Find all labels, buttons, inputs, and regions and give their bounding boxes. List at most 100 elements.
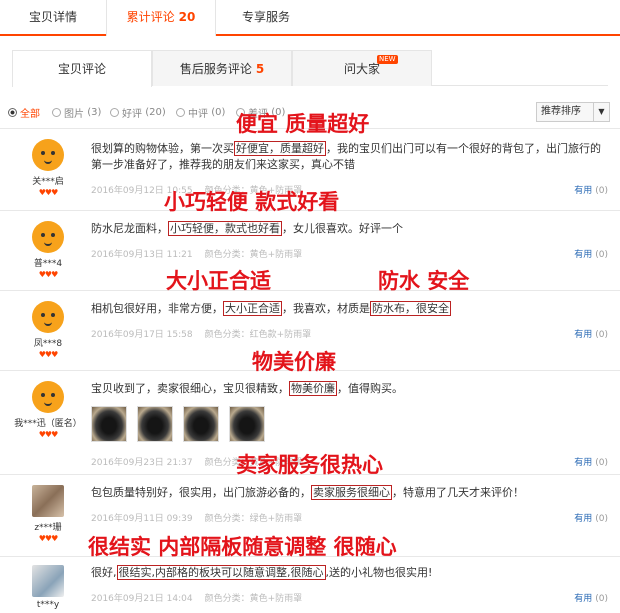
- tab-reviews-label: 累计评论: [126, 10, 175, 24]
- highlight-box: 很结实,内部格的板块可以随意调整,很随心: [116, 565, 326, 580]
- review-text: 防水尼龙面料， 小巧轻便，款式也好看 ，女儿很喜欢。好评一个: [91, 221, 611, 237]
- new-badge: NEW: [377, 55, 398, 64]
- reviewer-info: t***y: [20, 565, 76, 610]
- useful-count: (0): [595, 458, 608, 468]
- sub-tab-bar: 宝贝评论 售后服务评论 5 问大家 NEW: [12, 50, 608, 87]
- tab-reviews[interactable]: 累计评论 20: [106, 0, 216, 36]
- review-text-part: ，值得购买。: [337, 382, 403, 395]
- review-category: 颜色分类：绿色+防雨罩: [204, 514, 303, 524]
- review-text: 包包质量特别好，很实用，出门旅游必备的， 卖家服务很细心 ，特意用了几天才来评价！: [91, 485, 611, 501]
- highlight-box: 防水布，很安全: [370, 301, 451, 316]
- reputation-icon: ♥♥♥: [38, 188, 59, 197]
- filter-photos-count: (3): [87, 107, 102, 118]
- subtab-ask-everyone[interactable]: 问大家 NEW: [292, 50, 432, 86]
- avatar[interactable]: [32, 221, 64, 253]
- avatar[interactable]: [32, 301, 64, 333]
- highlight-box: 大小正合适: [223, 301, 282, 316]
- radio-icon: [8, 108, 17, 117]
- highlight-box: 好便宜，质量超好: [234, 141, 326, 156]
- review-text-part: 很划算的购物体验，第一次买: [91, 142, 234, 155]
- review-meta: 2016年09月13日 11:21 颜色分类：黄色+防雨罩: [91, 247, 302, 260]
- review-text-part: 相机包很好用，非常方便，: [91, 302, 223, 315]
- tab-exclusive-service[interactable]: 专享服务: [216, 0, 316, 34]
- reviewer-name: 凤***8: [33, 339, 63, 349]
- review-text-part: 很好,: [91, 566, 117, 579]
- chevron-down-icon: ▼: [593, 103, 609, 121]
- tab-item-details[interactable]: 宝贝详情: [0, 0, 106, 34]
- reputation-icon: ♥♥♥: [38, 430, 59, 439]
- useful-count: (0): [595, 330, 608, 340]
- useful-label: 有用: [574, 514, 593, 524]
- useful-label: 有用: [574, 330, 593, 340]
- review-text-part: ，我喜欢，材质是: [282, 302, 370, 315]
- reputation-icon: ♥♥♥: [38, 270, 59, 279]
- sort-dropdown[interactable]: 推荐排序 ▼: [536, 102, 610, 122]
- review-photo-thumbnail[interactable]: [137, 406, 173, 442]
- review-photos: [91, 406, 275, 442]
- useful-button[interactable]: 有用 (0): [574, 455, 608, 468]
- review-text-part: 宝贝收到了，卖家很细心，宝贝很精致，: [91, 382, 289, 395]
- filter-all-label: 全部: [20, 109, 40, 120]
- review-text-part: ，女儿很喜欢。好评一个: [282, 222, 403, 235]
- radio-icon: [110, 108, 119, 117]
- highlight-box: 小巧轻便，款式也好看: [168, 221, 282, 236]
- useful-button[interactable]: 有用 (0): [574, 183, 608, 196]
- review-category: 颜色分类：黄色+防雨罩: [204, 594, 303, 604]
- filter-positive[interactable]: 好评 (20): [110, 105, 166, 120]
- reviewer-info: 凤***8 ♥♥♥: [20, 301, 76, 359]
- review-category: 颜色分类：红色款+防雨罩: [204, 330, 312, 340]
- useful-label: 有用: [574, 186, 593, 196]
- review-text-part: ，特意用了几天才来评价！: [392, 486, 524, 499]
- filter-neutral[interactable]: 中评 (0): [176, 105, 225, 120]
- review-meta: 2016年09月17日 15:58 颜色分类：红色款+防雨罩: [91, 327, 311, 340]
- avatar[interactable]: [32, 381, 64, 413]
- useful-label: 有用: [574, 594, 593, 604]
- review-text: 相机包很好用，非常方便， 大小正合适 ，我喜欢，材质是 防水布，很安全: [91, 301, 611, 317]
- useful-button[interactable]: 有用 (0): [574, 511, 608, 524]
- review-item: 普***4 ♥♥♥ 防水尼龙面料， 小巧轻便，款式也好看 ，女儿很喜欢。好评一个 2…: [0, 210, 620, 290]
- subtab-after-sales-reviews[interactable]: 售后服务评论 5: [152, 50, 292, 86]
- review-date: 2016年09月23日 21:37: [91, 458, 193, 468]
- avatar[interactable]: [32, 139, 64, 171]
- annotation-overlay: 小巧轻便 款式好看: [164, 190, 340, 214]
- review-text-part: ,送的小礼物也很实用!: [325, 566, 433, 579]
- annotation-overlay: 很结实 内部隔板随意调整 很随心: [88, 535, 397, 559]
- filter-photos[interactable]: 图片 (3): [52, 105, 101, 120]
- review-photo-thumbnail[interactable]: [229, 406, 265, 442]
- radio-icon: [52, 108, 61, 117]
- reviewer-info: z***珊 ♥♥♥: [20, 485, 76, 543]
- useful-button[interactable]: 有用 (0): [574, 591, 608, 604]
- review-date: 2016年09月11日 09:39: [91, 514, 193, 524]
- review-text: 宝贝收到了，卖家很细心，宝贝很精致， 物美价廉 ，值得购买。: [91, 381, 611, 397]
- annotation-overlay: 大小正合适: [166, 269, 271, 293]
- review-date: 2016年09月13日 11:21: [91, 250, 193, 260]
- review-item: t***y 很好, 很结实,内部格的板块可以随意调整,很随心 ,送的小礼物也很实用!…: [0, 556, 620, 613]
- avatar[interactable]: [32, 565, 64, 597]
- review-meta: 2016年09月21日 14:04 颜色分类：黄色+防雨罩: [91, 591, 302, 604]
- reviewer-name: 我***迅（匿名）: [14, 419, 82, 429]
- subtab-after-sales-label: 售后服务评论: [179, 62, 252, 76]
- reputation-icon: ♥♥♥: [38, 534, 59, 543]
- useful-button[interactable]: 有用 (0): [574, 327, 608, 340]
- review-meta: 2016年09月11日 09:39 颜色分类：绿色+防雨罩: [91, 511, 302, 524]
- annotation-overlay: 卖家服务很热心: [236, 453, 383, 477]
- subtab-item-reviews[interactable]: 宝贝评论: [12, 50, 152, 87]
- useful-count: (0): [595, 594, 608, 604]
- avatar[interactable]: [32, 485, 64, 517]
- filter-positive-count: (20): [145, 107, 166, 118]
- useful-count: (0): [595, 186, 608, 196]
- review-photo-thumbnail[interactable]: [183, 406, 219, 442]
- review-text-part: 防水尼龙面料，: [91, 222, 168, 235]
- filter-positive-label: 好评: [122, 109, 142, 120]
- review-category: 颜色分类：黄色+防雨罩: [204, 250, 303, 260]
- filter-neutral-label: 中评: [188, 109, 208, 120]
- filter-all[interactable]: 全部: [8, 105, 40, 120]
- useful-button[interactable]: 有用 (0): [574, 247, 608, 260]
- review-photo-thumbnail[interactable]: [91, 406, 127, 442]
- annotation-overlay: 防水 安全: [378, 269, 470, 293]
- review-date: 2016年09月21日 14:04: [91, 594, 193, 604]
- reviewer-name: t***y: [36, 600, 60, 610]
- reviewer-info: 我***迅（匿名） ♥♥♥: [12, 381, 84, 439]
- reviewer-name: 普***4: [33, 259, 63, 269]
- filter-neutral-count: (0): [211, 107, 226, 118]
